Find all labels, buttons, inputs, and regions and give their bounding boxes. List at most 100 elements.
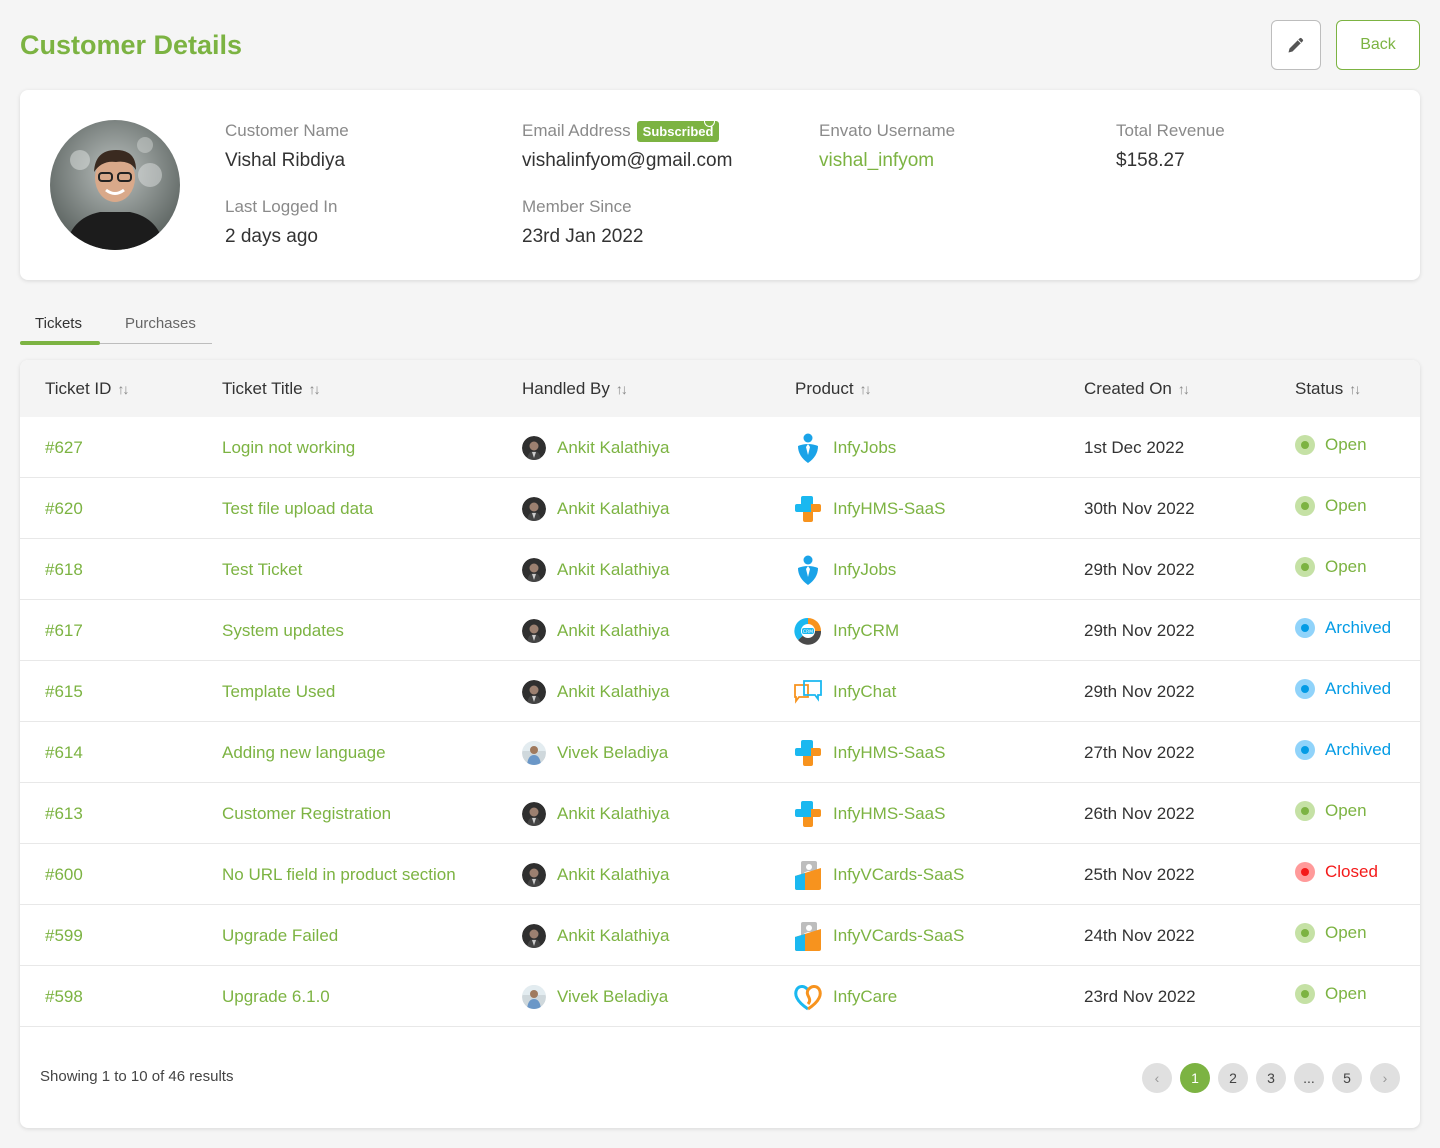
table-header: Ticket ID ↑↓ Ticket Title ↑↓ Handled By ↑↓ … xyxy=(20,360,1420,417)
status-cell: Open xyxy=(1295,417,1367,478)
column-created-on[interactable]: Created On ↑↓ xyxy=(1084,379,1190,399)
results-summary: Showing 1 to 10 of 46 results xyxy=(40,1068,234,1085)
product-logo-icon xyxy=(793,555,823,585)
product-name-link[interactable]: InfyVCards-SaaS xyxy=(833,926,964,946)
status-cell: Archived xyxy=(1295,722,1391,783)
status-dot-icon xyxy=(1295,739,1315,760)
column-handled-by[interactable]: Handled By ↑↓ xyxy=(522,379,628,399)
ticket-title-link[interactable]: Adding new language xyxy=(222,722,386,783)
product-logo-icon: CRM xyxy=(793,616,823,646)
status-badge: Archived xyxy=(1295,617,1391,638)
ticket-title-link[interactable]: Test Ticket xyxy=(222,539,302,600)
ticket-title-link[interactable]: Template Used xyxy=(222,661,335,722)
ticket-title-link[interactable]: Upgrade 6.1.0 xyxy=(222,966,330,1027)
created-on-value: 29th Nov 2022 xyxy=(1084,559,1195,579)
page-button[interactable]: ... xyxy=(1294,1063,1324,1093)
page-button[interactable]: 2 xyxy=(1218,1063,1248,1093)
active-tab-indicator xyxy=(20,341,100,345)
handler-avatar xyxy=(522,618,546,643)
ticket-id-link[interactable]: #627 xyxy=(45,417,83,478)
status-text: Closed xyxy=(1325,861,1378,881)
envato-username-field: Envato Username vishal_infyom xyxy=(819,120,955,172)
product-name-link[interactable]: InfyHMS-SaaS xyxy=(833,804,945,824)
tab-purchases[interactable]: Purchases xyxy=(125,315,196,332)
handler-avatar xyxy=(522,801,546,826)
pagination: ‹ 1 2 3... 5 › xyxy=(1142,1063,1400,1093)
tab-bar: Tickets Purchases xyxy=(20,305,212,345)
handler-name-link[interactable]: Ankit Kalathiya xyxy=(557,560,669,580)
created-on-value: 23rd Nov 2022 xyxy=(1084,986,1196,1006)
product-name-link[interactable]: InfyCRM xyxy=(833,621,899,641)
page-button[interactable]: 1 xyxy=(1180,1063,1210,1093)
created-on-value: 27th Nov 2022 xyxy=(1084,742,1195,762)
ticket-id-link[interactable]: #618 xyxy=(45,539,83,600)
ticket-id-link[interactable]: #615 xyxy=(45,661,83,722)
column-status[interactable]: Status ↑↓ xyxy=(1295,379,1361,399)
status-dot-icon xyxy=(1295,861,1315,882)
edit-button[interactable] xyxy=(1271,20,1321,70)
ticket-id-link[interactable]: #613 xyxy=(45,783,83,844)
handler-name-link[interactable]: Ankit Kalathiya xyxy=(557,926,669,946)
column-product[interactable]: Product ↑↓ xyxy=(795,379,872,399)
email-value: vishalinfyom@gmail.com xyxy=(522,150,733,171)
ticket-id-link[interactable]: #617 xyxy=(45,600,83,661)
page-button[interactable]: 5 xyxy=(1332,1063,1362,1093)
status-badge: Open xyxy=(1295,556,1367,577)
tab-tickets[interactable]: Tickets xyxy=(35,315,82,332)
handler-name-link[interactable]: Ankit Kalathiya xyxy=(557,865,669,885)
handler-avatar xyxy=(522,923,546,948)
status-text: Open xyxy=(1325,922,1367,942)
handler-name-link[interactable]: Ankit Kalathiya xyxy=(557,682,669,702)
ticket-id-link[interactable]: #620 xyxy=(45,478,83,539)
status-dot-icon xyxy=(1295,495,1315,516)
handler-avatar xyxy=(522,984,546,1009)
handler-name-link[interactable]: Ankit Kalathiya xyxy=(557,438,669,458)
product-cell: InfyJobs xyxy=(793,539,896,600)
customer-name-label: Customer Name xyxy=(225,121,349,140)
ticket-title-link[interactable]: Customer Registration xyxy=(222,783,391,844)
column-ticket-title[interactable]: Ticket Title ↑↓ xyxy=(222,379,321,399)
column-ticket-id[interactable]: Ticket ID ↑↓ xyxy=(45,379,129,399)
created-on-value: 29th Nov 2022 xyxy=(1084,681,1195,701)
next-page-button[interactable]: › xyxy=(1370,1063,1400,1093)
handler-name-link[interactable]: Vivek Beladiya xyxy=(557,987,668,1007)
ticket-id-link[interactable]: #614 xyxy=(45,722,83,783)
table-row: #598 Upgrade 6.1.0 Vivek Beladiya InfyCa… xyxy=(20,966,1420,1027)
handler-name-link[interactable]: Vivek Beladiya xyxy=(557,743,668,763)
status-dot-icon xyxy=(1295,800,1315,821)
product-name-link[interactable]: InfyHMS-SaaS xyxy=(833,499,945,519)
handler-avatar xyxy=(522,862,546,887)
ticket-title-link[interactable]: Test file upload data xyxy=(222,478,373,539)
product-name-link[interactable]: InfyJobs xyxy=(833,560,896,580)
product-logo-icon xyxy=(793,677,823,707)
ticket-title-link[interactable]: Upgrade Failed xyxy=(222,905,338,966)
product-name-link[interactable]: InfyCare xyxy=(833,987,897,1007)
product-name-link[interactable]: InfyChat xyxy=(833,682,896,702)
ticket-id-link[interactable]: #599 xyxy=(45,905,83,966)
status-text: Open xyxy=(1325,983,1367,1003)
ticket-title-link[interactable]: Login not working xyxy=(222,417,355,478)
product-name-link[interactable]: InfyJobs xyxy=(833,438,896,458)
product-logo-icon xyxy=(793,982,823,1012)
back-button[interactable]: Back xyxy=(1336,20,1420,70)
status-badge: Archived xyxy=(1295,739,1391,760)
ticket-title-link[interactable]: System updates xyxy=(222,600,344,661)
table-row: #615 Template Used Ankit Kalathiya InfyC… xyxy=(20,661,1420,722)
prev-page-button[interactable]: ‹ xyxy=(1142,1063,1172,1093)
page-button[interactable]: 3 xyxy=(1256,1063,1286,1093)
handler-cell: Vivek Beladiya xyxy=(522,722,668,783)
handler-name-link[interactable]: Ankit Kalathiya xyxy=(557,804,669,824)
ticket-id-link[interactable]: #598 xyxy=(45,966,83,1027)
pencil-icon xyxy=(1288,37,1304,53)
product-name-link[interactable]: InfyHMS-SaaS xyxy=(833,743,945,763)
handler-name-link[interactable]: Ankit Kalathiya xyxy=(557,499,669,519)
status-badge: Open xyxy=(1295,800,1367,821)
customer-name-field: Customer Name Vishal Ribdiya xyxy=(225,120,349,172)
handler-name-link[interactable]: Ankit Kalathiya xyxy=(557,621,669,641)
product-name-link[interactable]: InfyVCards-SaaS xyxy=(833,865,964,885)
handler-cell: Ankit Kalathiya xyxy=(522,539,669,600)
ticket-id-link[interactable]: #600 xyxy=(45,844,83,905)
handler-cell: Ankit Kalathiya xyxy=(522,844,669,905)
envato-username-link[interactable]: vishal_infyom xyxy=(819,150,955,172)
ticket-title-link[interactable]: No URL field in product section xyxy=(222,844,456,905)
